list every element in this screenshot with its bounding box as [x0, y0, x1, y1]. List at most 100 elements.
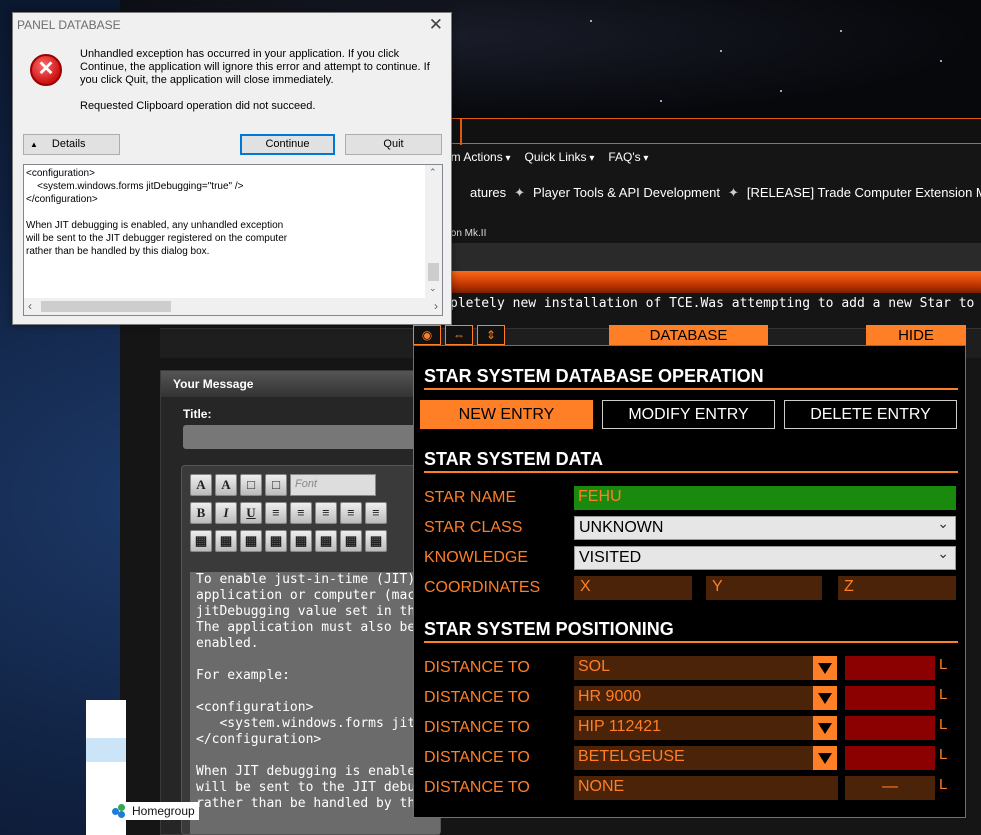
details-label: Details	[51, 138, 86, 150]
font-select[interactable]: Font	[290, 474, 376, 496]
insert-col-icon[interactable]: ▦	[290, 530, 312, 552]
distance-star-select[interactable]: NONE	[574, 776, 838, 800]
table-delete-icon[interactable]: ▦	[240, 530, 262, 552]
star-system-database-panel: STAR SYSTEM DATABASE OPERATION NEW ENTRY…	[413, 345, 966, 818]
insert-row-icon[interactable]: ▦	[265, 530, 287, 552]
dropdown-arrow-icon[interactable]	[813, 656, 837, 680]
underline-icon[interactable]: U	[240, 502, 262, 524]
breadcrumb-item[interactable]: [RELEASE] Trade Computer Extension Mk.II	[747, 185, 981, 201]
merge-icon[interactable]: ▦	[340, 530, 362, 552]
distance-label: DISTANCE TO	[424, 749, 530, 766]
dialog-title: PANEL DATABASE	[17, 18, 121, 32]
distance-label: DISTANCE TO	[424, 719, 530, 736]
font-color-icon[interactable]: A	[190, 474, 212, 496]
hide-button[interactable]: HIDE	[866, 325, 966, 345]
error-icon: ✕	[30, 54, 62, 86]
distance-label: DISTANCE TO	[424, 659, 530, 676]
coordinates-label: COORDINATES	[424, 579, 541, 596]
breadcrumb-sep-icon: ✦	[514, 185, 526, 200]
distance-star-select[interactable]: BETELGEUSE	[574, 746, 816, 770]
collapse-arrow-icon: ▲	[30, 140, 38, 149]
close-icon[interactable]: ✕	[429, 15, 443, 35]
details-textbox[interactable]: <configuration> <system.windows.forms ji…	[23, 164, 443, 316]
message-panel: Your Message Title: A A □ □ Font B I U ≡…	[160, 370, 441, 835]
coord-z-input[interactable]: Z	[838, 576, 956, 600]
scroll-down-icon[interactable]: ⌄	[429, 283, 437, 294]
vertical-scrollbar[interactable]: ⌃ ⌄	[425, 165, 442, 298]
star-name-label: STAR NAME	[424, 489, 517, 506]
dialog-error-text: Requested Clipboard operation did not su…	[80, 100, 316, 112]
coord-x-input[interactable]: X	[574, 576, 692, 600]
distance-value-input[interactable]	[845, 686, 935, 710]
paste-text-icon[interactable]: □	[265, 474, 287, 496]
new-entry-button[interactable]: NEW ENTRY	[420, 400, 593, 429]
highlight-icon[interactable]: A	[215, 474, 237, 496]
dropdown-arrow-icon[interactable]	[813, 746, 837, 770]
horizontal-scrollbar[interactable]: ‹ ›	[24, 298, 442, 315]
align-left-icon[interactable]: ≡	[265, 502, 287, 524]
resize-horizontal-icon[interactable]: ⇔	[445, 325, 473, 345]
breadcrumb-item[interactable]: Player Tools & API Development	[533, 185, 720, 201]
eye-icon[interactable]: ◉	[413, 325, 441, 345]
distance-label: DISTANCE TO	[424, 689, 530, 706]
editor-toolbar-row-2: B I U ≡ ≡ ≡ ≡ ≡	[190, 502, 387, 526]
explorer-item-homegroup[interactable]: Homegroup	[108, 802, 199, 820]
dialog-message: Unhandled exception has occurred in your…	[80, 48, 430, 86]
scroll-thumb[interactable]	[428, 263, 439, 281]
distance-value-input[interactable]	[845, 656, 935, 680]
table-props-icon[interactable]: ▦	[215, 530, 237, 552]
title-input[interactable]	[183, 425, 423, 449]
title-label: Title:	[183, 407, 212, 421]
distance-value-input[interactable]	[845, 746, 935, 770]
align-right-icon[interactable]: ≡	[315, 502, 337, 524]
star-name-input[interactable]: FEHU	[574, 486, 956, 510]
resize-vertical-icon[interactable]: ⇕	[477, 325, 505, 345]
homegroup-label: Homegroup	[132, 804, 195, 818]
distance-star-select[interactable]: HR 9000	[574, 686, 816, 710]
distance-star-select[interactable]: SOL	[574, 656, 816, 680]
bullet-list-icon[interactable]: ≡	[365, 502, 387, 524]
homegroup-icon	[112, 804, 126, 818]
database-tab[interactable]: DATABASE	[609, 325, 768, 345]
align-center-icon[interactable]: ≡	[290, 502, 312, 524]
scroll-left-icon[interactable]: ‹	[28, 299, 32, 313]
distance-unit: L	[939, 686, 948, 703]
table-icon[interactable]: ▦	[190, 530, 212, 552]
distance-value-disabled: —	[845, 776, 935, 800]
quit-button[interactable]: Quit	[345, 134, 442, 155]
scroll-up-icon[interactable]: ⌃	[429, 167, 437, 178]
details-button[interactable]: ▲ Details	[23, 134, 120, 155]
hscroll-thumb[interactable]	[41, 301, 171, 312]
modify-entry-button[interactable]: MODIFY ENTRY	[602, 400, 775, 429]
nav-quick-links[interactable]: Quick Links	[525, 150, 595, 168]
scroll-right-icon[interactable]: ›	[434, 299, 438, 313]
editor-text-area[interactable]: To enable just-in-time (JIT) deb applica…	[190, 572, 440, 834]
distance-unit: L	[939, 746, 948, 763]
star-class-select[interactable]: UNKNOWN	[574, 515, 956, 540]
details-text: <configuration> <system.windows.forms ji…	[26, 168, 288, 257]
editor-toolbar-row-3: ▦ ▦ ▦ ▦ ▦ ▦ ▦ ▦	[190, 530, 387, 554]
section-heading-positioning: STAR SYSTEM POSITIONING	[424, 617, 958, 643]
knowledge-select[interactable]: VISITED	[574, 545, 956, 570]
dropdown-arrow-icon[interactable]	[813, 686, 837, 710]
section-heading-data: STAR SYSTEM DATA	[424, 447, 958, 473]
breadcrumb-sep-icon: ✦	[727, 185, 739, 200]
distance-star-select[interactable]: HIP 112421	[574, 716, 816, 740]
split-icon[interactable]: ▦	[365, 530, 387, 552]
italic-icon[interactable]: I	[215, 502, 237, 524]
continue-button[interactable]: Continue	[240, 134, 335, 155]
breadcrumb-item[interactable]: atures	[470, 185, 506, 201]
coord-y-input[interactable]: Y	[706, 576, 822, 600]
star-class-label: STAR CLASS	[424, 519, 523, 536]
bold-icon[interactable]: B	[190, 502, 212, 524]
distance-label: DISTANCE TO	[424, 779, 530, 796]
distance-value-input[interactable]	[845, 716, 935, 740]
nav-faqs[interactable]: FAQ's	[608, 150, 648, 168]
delete-row-icon[interactable]: ▦	[315, 530, 337, 552]
numbered-list-icon[interactable]: ≡	[340, 502, 362, 524]
delete-entry-button[interactable]: DELETE ENTRY	[784, 400, 957, 429]
paste-icon[interactable]: □	[240, 474, 262, 496]
dropdown-arrow-icon[interactable]	[813, 716, 837, 740]
breadcrumb: atures ✦ Player Tools & API Development …	[470, 185, 981, 201]
forum-nav: rum Actions Quick Links FAQ's	[440, 150, 648, 168]
